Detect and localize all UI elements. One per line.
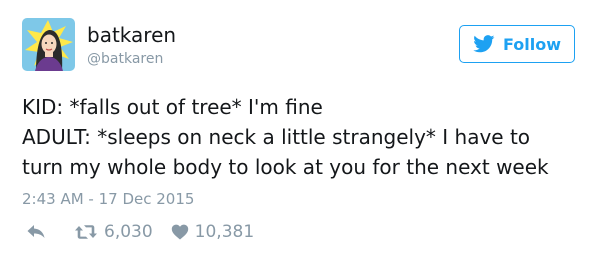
tweet-text: KID: *falls out of tree* I'm fine ADULT:… [22, 95, 549, 179]
reply-icon [26, 224, 46, 240]
heart-icon [171, 224, 189, 240]
user-handle[interactable]: @batkaren [87, 50, 176, 68]
tweet-card: batkaren @batkaren Follow KID: *falls ou… [0, 0, 600, 269]
twitter-bird-icon [473, 35, 495, 53]
retweet-icon [74, 223, 98, 241]
like-count: 10,381 [194, 222, 255, 242]
follow-button-label: Follow [502, 34, 561, 54]
like-button[interactable]: 10,381 [171, 221, 254, 243]
retweet-count: 6,030 [104, 222, 153, 242]
tweet-actions: 6,030 10,381 [26, 221, 254, 243]
display-name[interactable]: batkaren [87, 23, 176, 47]
tweet-timestamp[interactable]: 2:43 AM - 17 Dec 2015 [22, 189, 194, 209]
user-names: batkaren @batkaren [87, 23, 176, 68]
avatar[interactable] [22, 18, 75, 71]
reply-button[interactable] [26, 224, 46, 240]
follow-button[interactable]: Follow [459, 25, 575, 63]
avatar-illustration-icon [22, 18, 75, 71]
tweet-header: batkaren @batkaren [22, 18, 176, 71]
retweet-button[interactable]: 6,030 [74, 221, 153, 243]
